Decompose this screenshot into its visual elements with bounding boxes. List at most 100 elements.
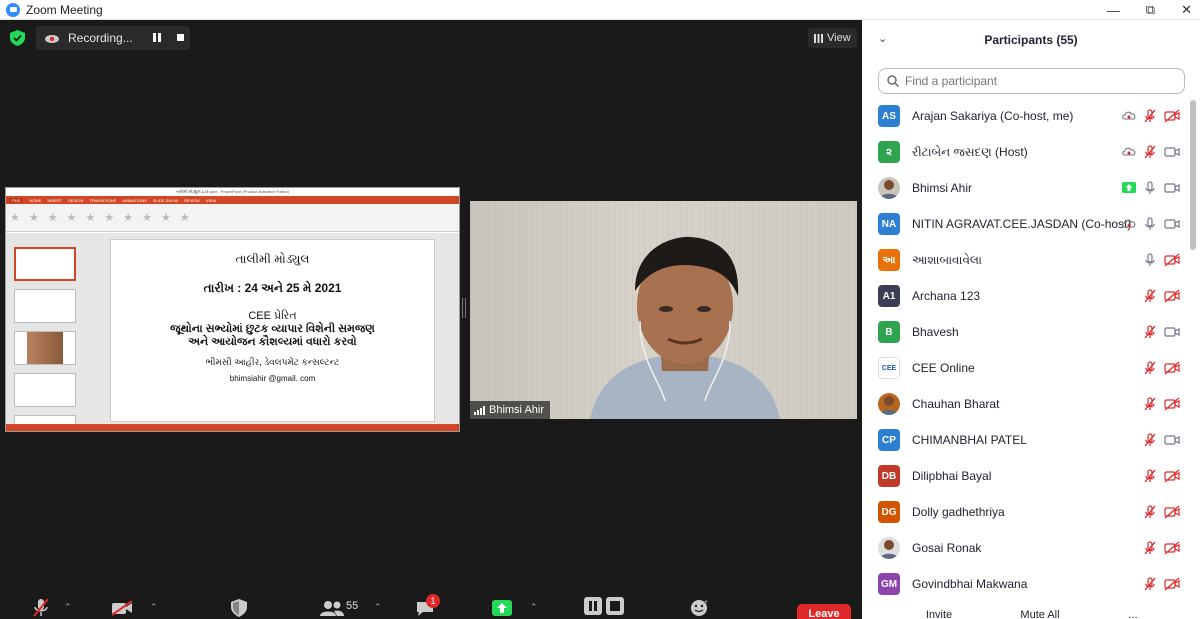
participant-row[interactable]: Chauhan Bharat [862, 386, 1187, 422]
mic-muted-icon[interactable] [1143, 505, 1157, 519]
recording-label: Recording... [68, 31, 133, 45]
participant-name: Dilipbhai Bayal [912, 469, 992, 483]
participant-row[interactable]: CP CHIMANBHAI PATEL [862, 422, 1187, 458]
participant-name: રીટાબેન જસદણ (Host) [912, 144, 1028, 159]
minimize-icon[interactable]: — [1107, 3, 1120, 18]
search-input[interactable] [905, 74, 1165, 88]
mute-all-button[interactable]: Mute All [1012, 606, 1068, 619]
window-titlebar: Zoom Meeting — ⧉ ✕ [0, 0, 1200, 20]
participant-row[interactable]: NA NITIN AGRAVAT.CEE.JASDAN (Co-host) [862, 206, 1187, 242]
participants-icon[interactable] [320, 600, 344, 616]
mic-options-chevron-icon[interactable]: ⌃ [64, 602, 72, 613]
video-off-icon[interactable] [1164, 469, 1180, 483]
participant-row[interactable]: Gosai Ronak [862, 530, 1187, 566]
video-icon[interactable] [1164, 181, 1180, 195]
ppt-status-bar [6, 424, 459, 431]
participant-row[interactable]: DG Dolly gadhethriya [862, 494, 1187, 530]
view-button[interactable]: View [808, 28, 857, 48]
participant-row[interactable]: B Bhavesh [862, 314, 1187, 350]
video-off-icon[interactable] [1164, 253, 1180, 267]
participant-row[interactable]: આ આશાબાવાવેલા [862, 242, 1187, 278]
restore-icon[interactable]: ⧉ [1146, 2, 1155, 18]
splitter-handle[interactable] [462, 298, 466, 318]
security-icon[interactable] [231, 599, 247, 617]
mic-muted-icon[interactable] [1143, 109, 1157, 123]
mic-icon[interactable] [1143, 253, 1157, 267]
video-tile[interactable]: Bhimsi Ahir [470, 201, 857, 419]
pause-stop-recording-icon[interactable] [584, 597, 626, 615]
video-participant-name: Bhimsi Ahir [489, 404, 545, 416]
participant-row[interactable]: ૨ રીટાબેન જસદણ (Host) [862, 134, 1187, 170]
video-off-icon[interactable] [1164, 109, 1180, 123]
participant-row[interactable]: Bhimsi Ahir [862, 170, 1187, 206]
mic-muted-icon[interactable] [1143, 361, 1157, 375]
mic-muted-icon[interactable] [1143, 145, 1157, 159]
avatar [878, 393, 900, 415]
video-off-icon[interactable] [1164, 541, 1180, 555]
participant-row[interactable]: CEE CEE Online [862, 350, 1187, 386]
animation-star-icon: ★ [104, 212, 115, 224]
mic-muted-icon[interactable] [1143, 577, 1157, 591]
slide-email: bhimsiahir @gmail. com [229, 374, 316, 383]
mic-muted-icon[interactable] [1143, 541, 1157, 555]
stop-recording-icon[interactable] [177, 34, 184, 41]
window-title: Zoom Meeting [26, 2, 103, 17]
video-off-icon[interactable] [1164, 505, 1180, 519]
participant-row[interactable]: A1 Archana 123 [862, 278, 1187, 314]
video-icon[interactable] [1164, 145, 1180, 159]
animation-star-icon: ★ [10, 212, 20, 224]
video-icon[interactable] [1164, 217, 1180, 231]
participant-row[interactable]: DB Dilipbhai Bayal [862, 458, 1187, 494]
avatar: DG [878, 501, 900, 523]
search-icon [887, 75, 899, 87]
cloud-recording-icon [1122, 219, 1136, 228]
video-off-icon[interactable] [1164, 397, 1180, 411]
video-name-tag: Bhimsi Ahir [470, 401, 551, 419]
scrollbar[interactable] [1190, 100, 1196, 250]
reactions-icon[interactable]: + [690, 598, 710, 616]
pause-recording-icon[interactable] [153, 33, 161, 42]
mic-icon[interactable] [1143, 181, 1157, 195]
close-icon[interactable]: ✕ [1181, 2, 1192, 18]
chat-unread-badge: 1 [426, 594, 440, 608]
leave-button[interactable]: Leave [797, 604, 851, 619]
animation-star-icon: ★ [179, 212, 190, 224]
cloud-recording-icon [1122, 111, 1136, 120]
avatar: NA [878, 213, 900, 235]
participant-row[interactable]: GM Govindbhai Makwana [862, 566, 1187, 602]
participant-row[interactable]: AS Arajan Sakariya (Co-host, me) [862, 98, 1187, 134]
mic-muted-icon[interactable] [1143, 289, 1157, 303]
mic-muted-icon[interactable] [1143, 325, 1157, 339]
shield-icon[interactable] [10, 30, 25, 46]
mic-muted-icon[interactable] [1143, 433, 1157, 447]
slide-line: અને આયોજન કૌશલ્યમાં વધારો કરવો [188, 336, 357, 348]
more-options-button[interactable]: ... [1124, 606, 1142, 619]
video-icon[interactable] [1164, 433, 1180, 447]
video-off-icon[interactable] [1164, 577, 1180, 591]
slide-thumbnails [6, 239, 84, 431]
recording-indicator: Recording... [36, 26, 190, 50]
cloud-record-icon [45, 35, 59, 43]
participants-options-chevron-icon[interactable]: ⌃ [374, 602, 382, 613]
panel-header: ⌄ Participants (55) [862, 20, 1200, 58]
video-off-icon[interactable] [1164, 361, 1180, 375]
mic-muted-icon[interactable] [1143, 397, 1157, 411]
video-off-icon[interactable] [1164, 289, 1180, 303]
animation-star-icon: ★ [142, 212, 152, 224]
stop-video-icon[interactable] [111, 600, 133, 616]
mic-icon[interactable] [1143, 217, 1157, 231]
animation-star-icon: ★ [47, 212, 58, 224]
mute-mic-icon[interactable] [33, 598, 49, 618]
participant-search[interactable] [878, 68, 1185, 94]
avatar [878, 537, 900, 559]
invite-button[interactable]: Invite [922, 606, 956, 619]
video-options-chevron-icon[interactable]: ⌃ [150, 602, 158, 613]
grid-icon [814, 33, 823, 43]
animation-star-icon: ★ [28, 212, 39, 224]
share-screen-icon[interactable] [492, 600, 512, 616]
video-icon[interactable] [1164, 325, 1180, 339]
share-options-chevron-icon[interactable]: ⌃ [530, 602, 538, 613]
ppt-tab: HOME [29, 197, 42, 203]
mic-muted-icon[interactable] [1143, 469, 1157, 483]
participant-name: Bhimsi Ahir [912, 181, 973, 195]
